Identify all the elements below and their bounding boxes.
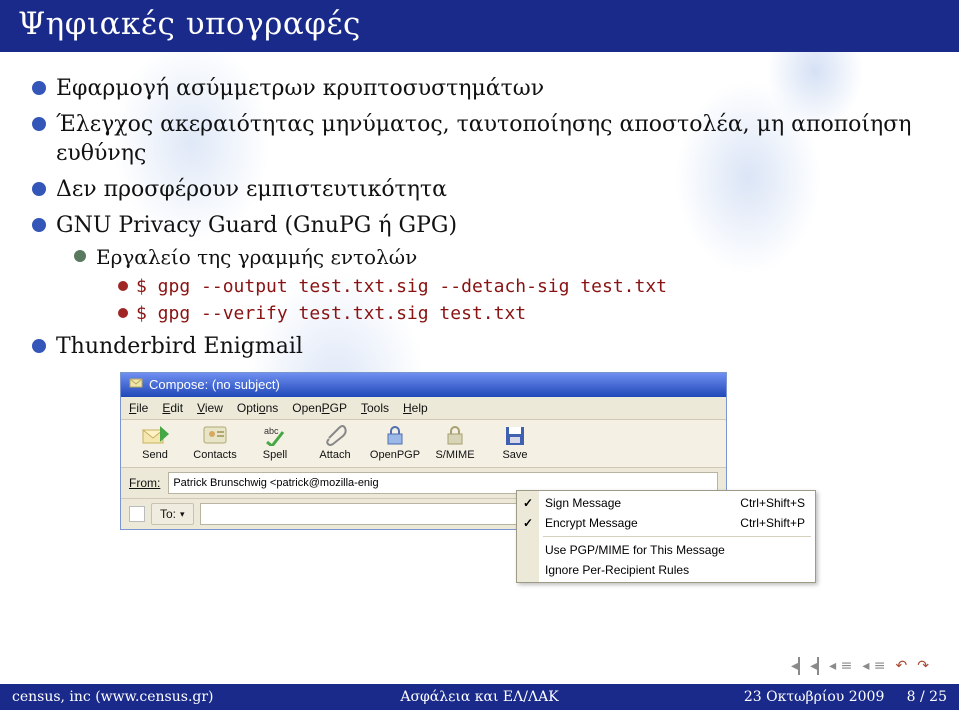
menu-openpgp[interactable]: OpenPGP <box>292 400 347 416</box>
menu-pgpmime-label: Use PGP/MIME for This Message <box>545 543 725 557</box>
menu-ignore-rules[interactable]: Ignore Per-Recipient Rules <box>517 560 815 580</box>
window-title-text: Compose: (no subject) <box>149 376 280 394</box>
tool-send[interactable]: Send <box>129 424 181 463</box>
tool-contacts[interactable]: Contacts <box>189 424 241 463</box>
tool-save-label: Save <box>502 448 527 463</box>
tool-attach-label: Attach <box>319 448 350 463</box>
tool-save[interactable]: Save <box>489 424 541 463</box>
bullet-thunderbird-enigmail: Thunderbird Enigmail <box>30 332 945 362</box>
menu-use-pgp-mime[interactable]: Use PGP/MIME for This Message <box>517 540 815 560</box>
slide: Ψηφιακές υπογραφές Εφαρμογή ασύμμετρων κ… <box>0 0 959 710</box>
nav-first-icon[interactable]: ◂ <box>791 658 800 674</box>
toolbar: Send Contacts abc Spell Attach OpenPGP <box>121 420 726 468</box>
menu-separator <box>543 536 811 537</box>
contacts-icon <box>201 424 229 446</box>
save-icon <box>501 424 529 446</box>
attach-icon <box>321 424 349 446</box>
bullet-integrity: Έλεγχος ακεραιότητας μηνύματος, ταυτοποί… <box>30 110 945 169</box>
menu-encrypt-message[interactable]: ✓ Encrypt Message Ctrl+Shift+P <box>517 513 815 533</box>
compose-icon <box>129 376 143 395</box>
nav-next-icon[interactable]: ◂ ≡ <box>829 658 852 674</box>
menu-sign-accel: Ctrl+Shift+S <box>740 496 805 510</box>
tool-spell[interactable]: abc Spell <box>249 424 301 463</box>
bullet-cmd-verify: $ gpg --verify test.txt.sig test.txt <box>116 302 945 326</box>
slide-title: Ψηφιακές υπογραφές <box>0 0 959 52</box>
openpgp-icon <box>381 424 409 446</box>
nav-back-icon[interactable]: ↶ <box>896 657 908 674</box>
nav-controls[interactable]: ◂ ◂ ◂ ≡ ◂ ≡ ↶ ↷ <box>791 657 929 674</box>
footer-page: 8 / 25 <box>907 689 947 705</box>
slide-content: Εφαρμογή ασύμμετρων κρυπτοσυστημάτων Έλε… <box>0 52 959 530</box>
chevron-down-icon: ▾ <box>180 508 185 520</box>
from-label: From: <box>129 475 160 491</box>
menu-edit[interactable]: Edit <box>162 400 183 416</box>
nav-prev-icon[interactable]: ◂ <box>810 658 819 674</box>
smime-icon <box>441 424 469 446</box>
tool-spell-label: Spell <box>263 448 287 463</box>
spell-icon: abc <box>261 424 289 446</box>
openpgp-context-menu[interactable]: ✓ Sign Message Ctrl+Shift+S ✓ Encrypt Me… <box>516 490 816 583</box>
bullet-cmd-detach-sig: $ gpg --output test.txt.sig --detach-sig… <box>116 275 945 299</box>
menubar[interactable]: File Edit View Options OpenPGP Tools Hel… <box>121 397 726 420</box>
nav-fwd-icon[interactable]: ↷ <box>917 657 929 674</box>
footer-left: census, inc (www.census.gr) <box>12 689 214 705</box>
footer: census, inc (www.census.gr) Ασφάλεια και… <box>0 684 959 710</box>
bullet-application: Εφαρμογή ασύμμετρων κρυπτοσυστημάτων <box>30 74 945 104</box>
send-icon <box>141 424 169 446</box>
bullet-confidentiality: Δεν προσφέρουν εμπιστευτικότητα <box>30 175 945 205</box>
bullet-cmdline-tool: Εργαλείο της γραμμής εντολών <box>72 244 945 271</box>
menu-sign-message[interactable]: ✓ Sign Message Ctrl+Shift+S <box>517 493 815 513</box>
check-icon: ✓ <box>523 516 533 530</box>
footer-center: Ασφάλεια και ΕΛ/ΛΑΚ <box>400 689 558 705</box>
menu-view[interactable]: View <box>197 400 223 416</box>
footer-date: 23 Οκτωβρίου 2009 <box>744 689 885 705</box>
footer-right: 23 Οκτωβρίου 2009 8 / 25 <box>744 689 947 705</box>
tool-attach[interactable]: Attach <box>309 424 361 463</box>
tool-smime[interactable]: S/MIME <box>429 424 481 463</box>
menu-file[interactable]: File <box>129 400 148 416</box>
tool-openpgp-label: OpenPGP <box>370 448 420 463</box>
tool-smime-label: S/MIME <box>435 448 474 463</box>
menu-ignore-label: Ignore Per-Recipient Rules <box>545 563 689 577</box>
tool-send-label: Send <box>142 448 168 463</box>
tool-contacts-label: Contacts <box>193 448 236 463</box>
bullet-gnupg: GNU Privacy Guard (GnuPG ή GPG) <box>30 211 945 241</box>
svg-text:abc: abc <box>264 426 279 436</box>
nav-next2-icon[interactable]: ◂ ≡ <box>862 658 885 674</box>
menu-options[interactable]: Options <box>237 400 278 416</box>
to-minus-icon[interactable] <box>129 506 145 522</box>
to-chip[interactable]: To: ▾ <box>151 503 194 525</box>
menu-help[interactable]: Help <box>403 400 428 416</box>
tool-openpgp[interactable]: OpenPGP <box>369 424 421 463</box>
menu-encrypt-label: Encrypt Message <box>545 516 638 530</box>
menu-sign-label: Sign Message <box>545 496 621 510</box>
check-icon: ✓ <box>523 496 533 510</box>
menu-encrypt-accel: Ctrl+Shift+P <box>740 516 805 530</box>
to-label: To: <box>160 506 176 522</box>
menu-tools[interactable]: Tools <box>361 400 389 416</box>
window-titlebar: Compose: (no subject) <box>121 373 726 398</box>
